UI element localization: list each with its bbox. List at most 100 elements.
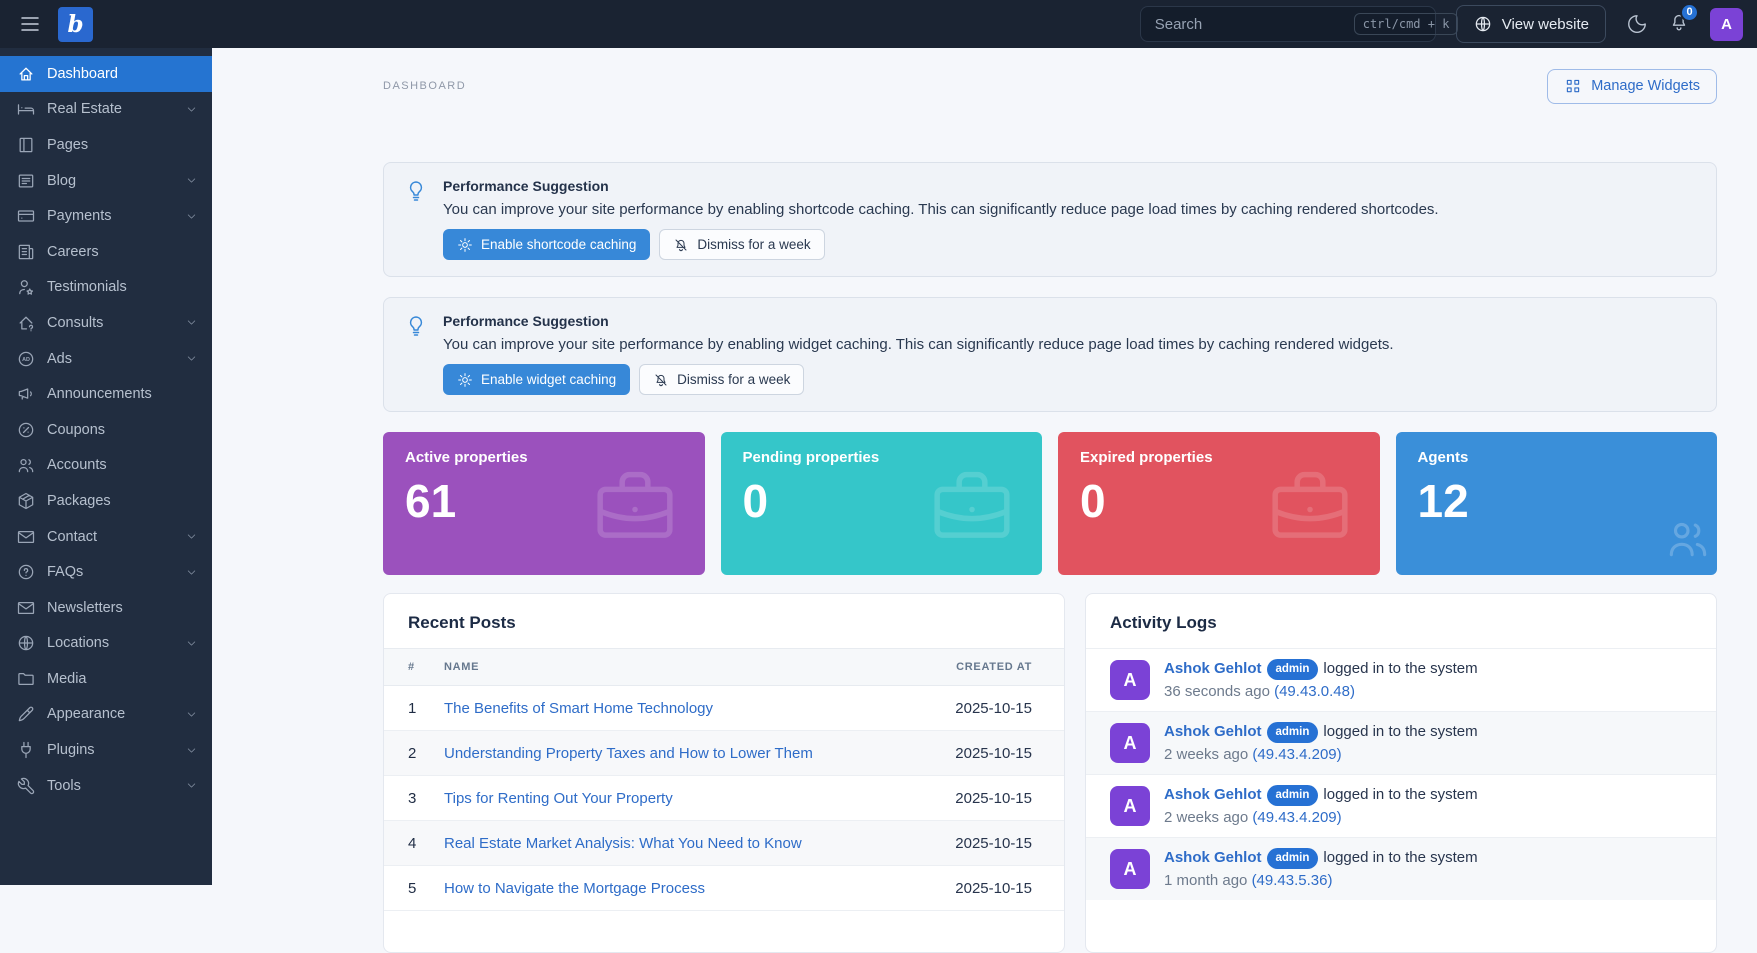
manage-widgets-button[interactable]: Manage Widgets	[1547, 69, 1717, 104]
discount-icon	[16, 420, 36, 440]
suggestion-body: You can improve your site performance by…	[443, 336, 1394, 353]
post-row: 5How to Navigate the Mortgage Process202…	[384, 866, 1064, 911]
sidebar-item-label: FAQs	[47, 564, 83, 580]
stat-card-active-properties[interactable]: Active properties61	[383, 432, 705, 575]
sidebar-item-locations[interactable]: Locations	[0, 626, 212, 662]
sidebar-item-payments[interactable]: Payments	[0, 198, 212, 234]
sidebar-item-pages[interactable]: Pages	[0, 127, 212, 163]
sidebar-item-label: Dashboard	[47, 66, 118, 82]
sidebar-item-consults[interactable]: Consults	[0, 305, 212, 341]
sidebar-item-appearance[interactable]: Appearance	[0, 697, 212, 733]
sidebar-item-blog[interactable]: Blog	[0, 163, 212, 199]
sidebar-item-packages[interactable]: Packages	[0, 483, 212, 519]
activity-time: 2 weeks ago	[1164, 809, 1252, 826]
stat-card-expired-properties[interactable]: Expired properties0	[1058, 432, 1380, 575]
chevron-down-icon	[185, 744, 198, 757]
search-shortcut-hint: ctrl/cmd + k	[1354, 13, 1459, 35]
app-logo[interactable]: b	[58, 7, 93, 42]
activity-user-link[interactable]: Ashok Gehlot	[1164, 723, 1262, 740]
sidebar-item-coupons[interactable]: Coupons	[0, 412, 212, 448]
post-title-link[interactable]: Real Estate Market Analysis: What You Ne…	[444, 835, 932, 852]
role-badge: admin	[1267, 722, 1319, 743]
activity-log-entry: AAshok Gehlotadminlogged in to the syste…	[1086, 774, 1716, 837]
chevron-down-icon	[185, 210, 198, 223]
sidebar-item-label: Locations	[47, 635, 109, 651]
post-row: 4Real Estate Market Analysis: What You N…	[384, 821, 1064, 866]
bell-off-icon	[653, 372, 669, 388]
post-title-link[interactable]: How to Navigate the Mortgage Process	[444, 880, 932, 897]
performance-suggestion-shortcode: Performance Suggestion You can improve y…	[383, 162, 1717, 277]
sidebar-item-ads[interactable]: ADAds	[0, 341, 212, 377]
sidebar-item-label: Accounts	[47, 457, 107, 473]
post-row: 3Tips for Renting Out Your Property2025-…	[384, 776, 1064, 821]
activity-time: 36 seconds ago	[1164, 683, 1274, 700]
dismiss-shortcode-suggestion-button[interactable]: Dismiss for a week	[659, 229, 824, 260]
sidebar-item-real-estate[interactable]: Real Estate	[0, 92, 212, 128]
activity-user-link[interactable]: Ashok Gehlot	[1164, 849, 1262, 866]
suggestion-title: Performance Suggestion	[443, 313, 1394, 329]
sidebar-item-label: Ads	[47, 351, 72, 367]
avatar-initial: A	[1721, 16, 1732, 33]
mail-icon	[16, 598, 36, 618]
hamburger-menu-icon[interactable]	[18, 12, 42, 36]
activity-time: 2 weeks ago	[1164, 746, 1252, 763]
activity-action: logged in to the system	[1323, 786, 1477, 803]
sidebar-item-media[interactable]: Media	[0, 661, 212, 697]
sidebar-item-contact[interactable]: Contact	[0, 519, 212, 555]
sidebar-item-label: Announcements	[47, 386, 152, 402]
chevron-down-icon	[185, 352, 198, 365]
role-badge: admin	[1267, 848, 1319, 869]
activity-ip-link[interactable]: (49.43.4.209)	[1252, 809, 1341, 826]
speaker-icon	[16, 384, 36, 404]
sidebar-item-label: Testimonials	[47, 279, 127, 295]
userstar-icon	[16, 277, 36, 297]
activity-logs-title: Activity Logs	[1086, 594, 1716, 648]
sidebar-item-announcements[interactable]: Announcements	[0, 376, 212, 412]
search-input[interactable]	[1155, 16, 1354, 33]
view-website-button[interactable]: View website	[1456, 5, 1606, 43]
main-content: DASHBOARD Manage Widgets Performance Sug…	[212, 48, 1757, 885]
post-title-link[interactable]: The Benefits of Smart Home Technology	[444, 700, 932, 717]
careers-icon	[16, 242, 36, 262]
user-avatar[interactable]: A	[1710, 8, 1743, 41]
post-index: 3	[384, 790, 444, 807]
activity-user-link[interactable]: Ashok Gehlot	[1164, 786, 1262, 803]
post-index: 2	[384, 745, 444, 762]
role-badge: admin	[1267, 659, 1319, 680]
notification-count-badge: 0	[1680, 3, 1699, 22]
sidebar-item-careers[interactable]: Careers	[0, 234, 212, 270]
sidebar-item-faqs[interactable]: FAQs	[0, 554, 212, 590]
sidebar-item-testimonials[interactable]: Testimonials	[0, 270, 212, 306]
sidebar-item-plugins[interactable]: Plugins	[0, 732, 212, 768]
plug-icon	[16, 740, 36, 760]
stat-card-pending-properties[interactable]: Pending properties0	[721, 432, 1043, 575]
recent-posts-title: Recent Posts	[384, 594, 1064, 648]
dismiss-widget-suggestion-button[interactable]: Dismiss for a week	[639, 364, 804, 395]
activity-ip-link[interactable]: (49.43.5.36)	[1252, 872, 1333, 889]
activity-time: 1 month ago	[1164, 872, 1252, 889]
activity-ip-link[interactable]: (49.43.0.48)	[1274, 683, 1355, 700]
sidebar-item-label: Pages	[47, 137, 88, 153]
sidebar-item-newsletters[interactable]: Newsletters	[0, 590, 212, 626]
global-search[interactable]: ctrl/cmd + k	[1140, 6, 1436, 42]
home-icon	[16, 64, 36, 84]
post-row: 1The Benefits of Smart Home Technology20…	[384, 686, 1064, 731]
column-header-created-at: Created At	[932, 661, 1064, 673]
enable-widget-caching-button[interactable]: Enable widget caching	[443, 364, 630, 395]
enable-shortcode-caching-button[interactable]: Enable shortcode caching	[443, 229, 650, 260]
post-title-link[interactable]: Tips for Renting Out Your Property	[444, 790, 932, 807]
post-row: 2Understanding Property Taxes and How to…	[384, 731, 1064, 776]
bell-off-icon	[673, 237, 689, 253]
dark-mode-toggle-icon[interactable]	[1626, 13, 1648, 35]
activity-log-entry: AAshok Gehlotadminlogged in to the syste…	[1086, 837, 1716, 900]
sidebar-item-dashboard[interactable]: Dashboard	[0, 56, 212, 92]
post-title-link[interactable]: Understanding Property Taxes and How to …	[444, 745, 932, 762]
notifications-button[interactable]: 0	[1668, 11, 1690, 38]
sidebar-item-accounts[interactable]: Accounts	[0, 448, 212, 484]
pages-icon	[16, 135, 36, 155]
activity-user-link[interactable]: Ashok Gehlot	[1164, 660, 1262, 677]
sidebar-item-tools[interactable]: Tools	[0, 768, 212, 804]
sidebar-item-label: Media	[47, 671, 87, 687]
activity-ip-link[interactable]: (49.43.4.209)	[1252, 746, 1341, 763]
stat-card-agents[interactable]: Agents12	[1396, 432, 1718, 575]
